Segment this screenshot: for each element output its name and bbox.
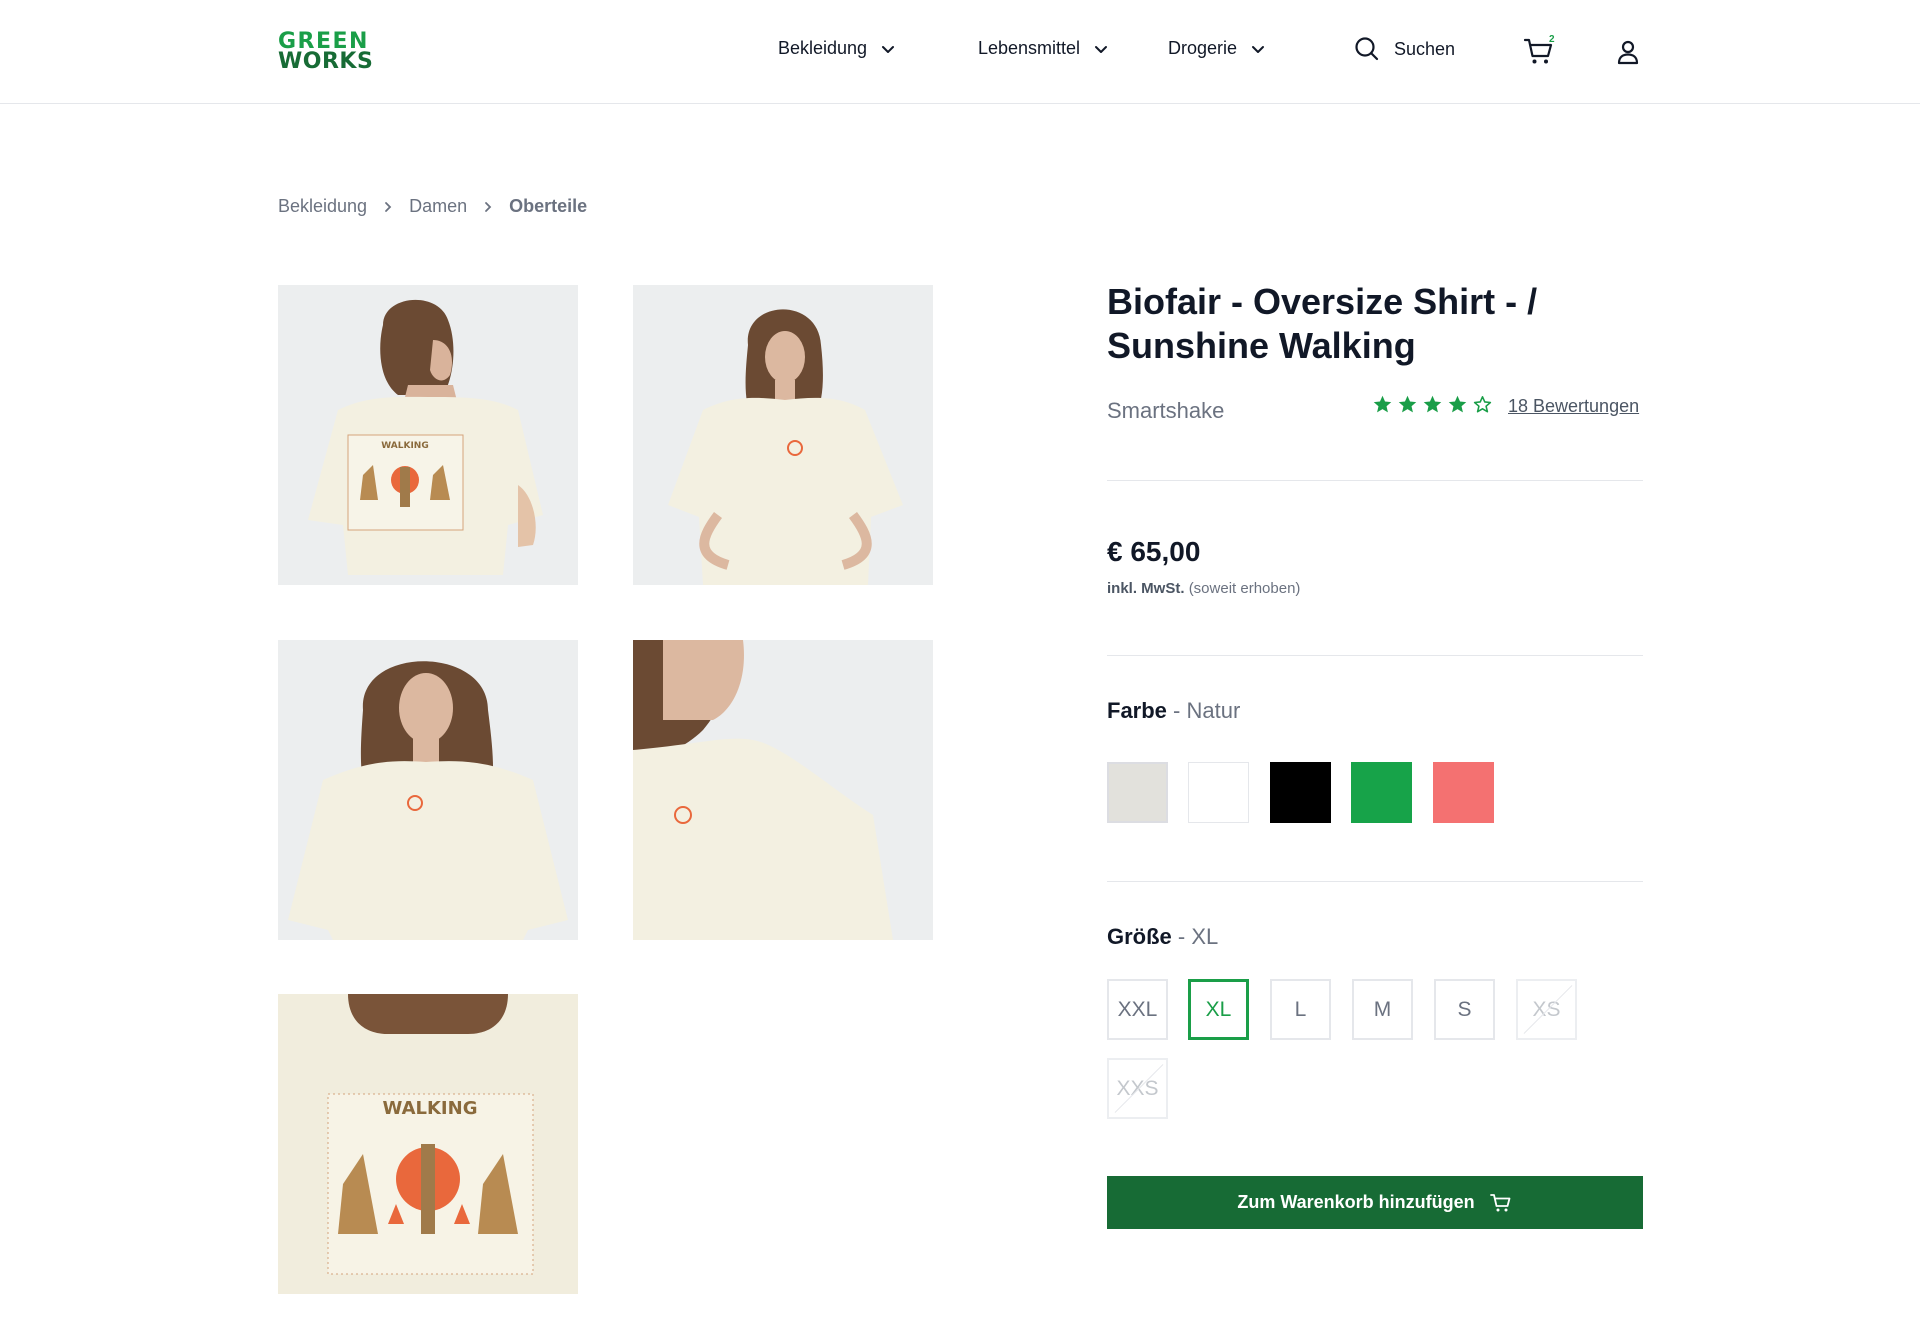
- user-icon[interactable]: [1614, 38, 1642, 66]
- star-filled-icon: [1398, 395, 1417, 413]
- size-title: Größe: [1107, 924, 1172, 949]
- color-swatch-natur[interactable]: [1107, 762, 1168, 823]
- breadcrumb-item[interactable]: Damen: [409, 196, 467, 217]
- breadcrumb: Bekleidung Damen Oberteile: [278, 196, 587, 217]
- star-outline-icon: [1473, 396, 1492, 413]
- svg-text:WALKING: WALKING: [383, 1098, 478, 1119]
- size-option-l[interactable]: L: [1270, 979, 1331, 1040]
- svg-text:WALKING: WALKING: [381, 441, 428, 451]
- size-option-m[interactable]: M: [1352, 979, 1413, 1040]
- product-title: Biofair - Oversize Shirt - / Sunshine Wa…: [1107, 281, 1538, 366]
- divider: [1107, 655, 1643, 656]
- color-label: Farbe - Natur: [1107, 698, 1240, 724]
- breadcrumb-current: Oberteile: [509, 196, 588, 216]
- color-swatch-white[interactable]: [1188, 762, 1249, 823]
- divider: [1107, 881, 1643, 882]
- nav-label: Lebensmittel: [978, 38, 1081, 58]
- product-photo: [278, 640, 578, 940]
- color-swatch-black[interactable]: [1270, 762, 1331, 823]
- product-photo: [633, 640, 933, 940]
- cart-icon: [1489, 1193, 1511, 1211]
- size-option-s[interactable]: S: [1434, 979, 1495, 1040]
- logo[interactable]: GREEN WORKS: [278, 31, 374, 74]
- add-to-cart-label: Zum Warenkorb hinzufügen: [1237, 1192, 1475, 1212]
- add-to-cart-button[interactable]: Zum Warenkorb hinzufügen: [1107, 1176, 1643, 1229]
- color-selected: - Natur: [1173, 698, 1241, 723]
- nav-drogerie[interactable]: Drogerie: [1168, 38, 1265, 59]
- chevron-right-icon: [483, 201, 493, 213]
- product-price: € 65,00: [1107, 536, 1201, 567]
- nav-lebensmittel[interactable]: Lebensmittel: [978, 38, 1108, 59]
- color-title: Farbe: [1107, 698, 1167, 723]
- chevron-down-icon: [882, 45, 895, 53]
- rating-stars: [1372, 394, 1493, 415]
- nav-label: Bekleidung: [778, 38, 868, 58]
- product-image-back[interactable]: WALKING: [278, 285, 578, 585]
- search-button[interactable]: Suchen: [1354, 36, 1455, 62]
- product-brand[interactable]: Smartshake: [1107, 398, 1224, 424]
- size-option-xl[interactable]: XL: [1188, 979, 1249, 1040]
- star-filled-icon: [1373, 395, 1392, 413]
- reviews-link[interactable]: 18 Bewertungen: [1508, 396, 1639, 417]
- chevron-right-icon: [383, 201, 393, 213]
- divider: [1107, 480, 1643, 481]
- product-photo: WALKING: [278, 994, 578, 1294]
- tax-note: inkl. MwSt. (soweit erhoben): [1107, 580, 1300, 597]
- color-swatch-green[interactable]: [1351, 762, 1412, 823]
- nav-label: Drogerie: [1168, 38, 1238, 58]
- chevron-down-icon: [1095, 45, 1108, 53]
- size-option-xxl[interactable]: XXL: [1107, 979, 1168, 1040]
- search-label: Suchen: [1394, 38, 1456, 59]
- star-filled-icon: [1423, 395, 1442, 413]
- product-photo: WALKING: [278, 285, 578, 585]
- site-header: GREEN WORKS Bekleidung Lebensmittel Drog…: [0, 0, 1920, 104]
- tax-detail: (soweit erhoben): [1188, 580, 1301, 597]
- chevron-down-icon: [1252, 45, 1265, 53]
- size-option-xxs-unavailable: XXS: [1107, 1058, 1168, 1119]
- logo-line2: WORKS: [278, 49, 374, 74]
- product-image-front-closeup[interactable]: [278, 640, 578, 940]
- size-label: Größe - XL: [1107, 924, 1218, 950]
- size-selected: - XL: [1177, 924, 1219, 949]
- tax-bold: inkl. MwSt.: [1107, 580, 1185, 597]
- star-filled-icon: [1448, 395, 1467, 413]
- cart-count-badge: 2: [1549, 34, 1555, 45]
- product-photo: [633, 285, 933, 585]
- product-image-front[interactable]: [633, 285, 933, 585]
- size-option-xs-unavailable: XS: [1516, 979, 1577, 1040]
- breadcrumb-item[interactable]: Bekleidung: [278, 196, 367, 217]
- search-icon: [1355, 37, 1379, 61]
- nav-bekleidung[interactable]: Bekleidung: [778, 38, 895, 59]
- product-image-back-print[interactable]: WALKING: [278, 994, 578, 1294]
- color-swatch-red[interactable]: [1433, 762, 1494, 823]
- product-image-side-closeup[interactable]: [633, 640, 933, 940]
